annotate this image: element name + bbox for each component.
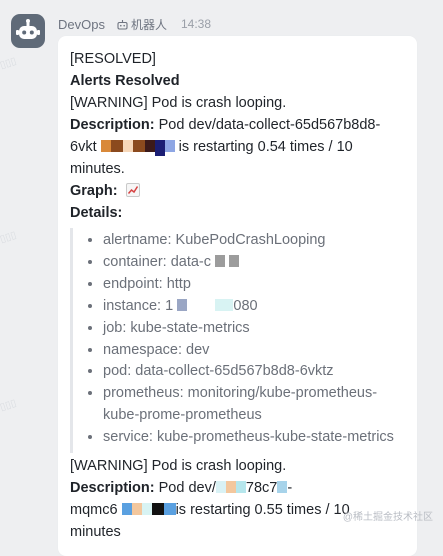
details-list: alertname: KubePodCrashLooping container… [91, 230, 411, 449]
description-text: Pod dev/data-collect-65d567b8d8- [158, 117, 381, 133]
description-label: Description: [70, 480, 155, 497]
robot-icon [16, 19, 40, 39]
sender-name[interactable]: DevOps [58, 17, 105, 32]
details-quote: alertname: KubePodCrashLooping container… [70, 228, 411, 454]
redaction-mark [151, 503, 164, 516]
list-item: container: data-c [103, 252, 411, 274]
watermark: ▯▯▯ [0, 397, 18, 414]
redaction-mark [215, 254, 226, 267]
alert-description: Description: Pod dev/data-collect-65d567… [70, 114, 411, 180]
graph-label: Graph: [70, 183, 118, 199]
list-item: job: kube-state-metrics [103, 318, 411, 340]
redaction-mark [225, 481, 236, 494]
instance-suffix: 080 [233, 297, 258, 314]
robot-badge-label: 机器人 [130, 17, 167, 32]
source-watermark: @稀土掘金技术社区 [342, 512, 433, 523]
graph-line: Graph: [70, 180, 411, 202]
description-label: Description: [70, 117, 155, 133]
redaction-mark [110, 140, 123, 152]
description-text: is restarting 0.54 times / 10 [174, 139, 353, 155]
redaction-mark [177, 298, 188, 311]
redaction-mark [164, 140, 175, 152]
redaction-mark [121, 503, 132, 516]
robot-badge-icon [117, 19, 128, 30]
message-content: [RESOLVED] Alerts Resolved [WARNING] Pod… [70, 48, 411, 543]
description-text: 6vkt [70, 139, 97, 155]
redaction-mark [132, 140, 145, 152]
redaction-mark [215, 298, 234, 311]
redaction-mark [229, 254, 240, 267]
list-item-text: instance: 1 [103, 297, 174, 314]
redaction-mark [144, 140, 155, 152]
details-label: Details: [70, 205, 123, 221]
description-text: Pod dev/ [158, 480, 216, 497]
chart-icon[interactable] [125, 183, 140, 197]
description-text: mqmc6 [70, 502, 118, 519]
alert-title: [WARNING] Pod is crash looping. [70, 458, 287, 475]
list-item: endpoint: http [103, 274, 411, 296]
redaction-mark [154, 140, 165, 156]
redaction-mark [163, 503, 176, 516]
alerts-heading: Alerts Resolved [70, 73, 180, 89]
list-item: instance: 1 080 [103, 296, 411, 318]
message-header: DevOps 机器人 14:38 [58, 15, 211, 33]
list-item: prometheus: monitoring/kube-prometheus-k… [103, 383, 411, 427]
alert-title: [WARNING] Pod is crash looping. [70, 95, 287, 111]
redaction-mark [100, 140, 111, 152]
description-text: 78c7 [245, 480, 278, 497]
message-time: 14:38 [180, 17, 212, 31]
description-text: minutes. [70, 161, 125, 177]
redaction-mark [235, 481, 246, 494]
description-text: - [287, 480, 293, 497]
redaction-mark [141, 503, 152, 516]
message-bubble[interactable]: [RESOLVED] Alerts Resolved [WARNING] Pod… [58, 36, 417, 556]
watermark: ▯▯▯ [0, 229, 18, 246]
list-item-text: prometheus: monitoring/kube-prometheus- [103, 385, 378, 402]
avatar[interactable] [11, 14, 45, 48]
redaction-mark [131, 503, 142, 516]
list-item: namespace: dev [103, 340, 411, 362]
redaction-mark [277, 481, 288, 494]
description-text: minutes [70, 524, 121, 541]
robot-badge: 机器人 [117, 16, 167, 33]
redaction-mark [122, 140, 133, 152]
list-item: alertname: KubePodCrashLooping [103, 230, 411, 252]
redaction-mark [215, 481, 226, 494]
watermark: ▯▯▯ [0, 55, 18, 72]
status-tag: [RESOLVED] [70, 51, 156, 67]
list-item-text: kube-prome-prometheus [103, 407, 262, 424]
list-item: service: kube-prometheus-kube-state-metr… [103, 427, 411, 449]
list-item-text: container: data-c [103, 253, 212, 270]
list-item: pod: data-collect-65d567b8d8-6vktz [103, 361, 411, 383]
description-text: is restarting 0.55 times / 10 [175, 502, 350, 519]
